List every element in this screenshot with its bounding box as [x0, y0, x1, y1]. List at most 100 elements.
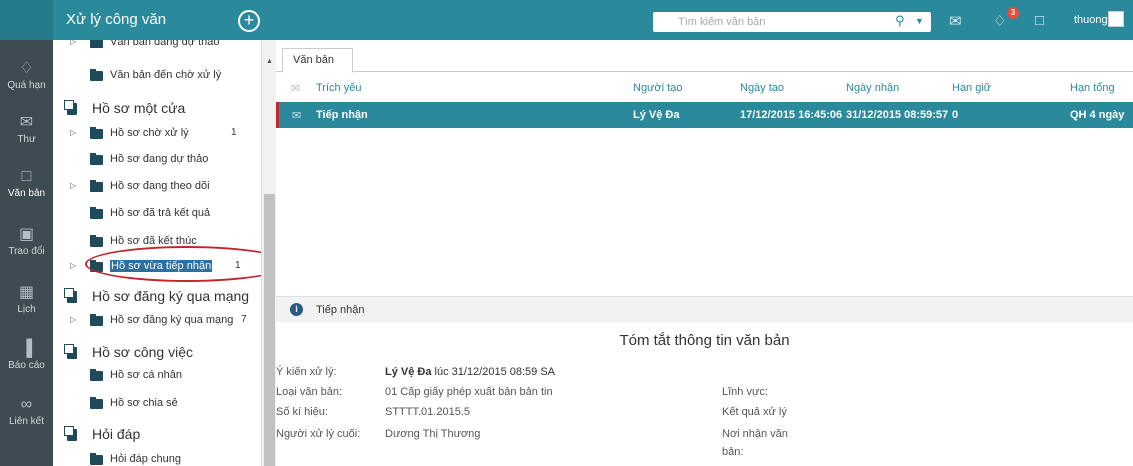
- nav-lich[interactable]: ▦ Lịch: [0, 282, 53, 315]
- folder-tree: ▷ Văn bản đang dự thảo Văn bản đến chờ x…: [53, 40, 261, 466]
- add-button[interactable]: +: [238, 10, 260, 32]
- mail-icon[interactable]: ✉: [949, 12, 962, 30]
- tree-item-label: Hồ sơ chia sẻ: [110, 397, 178, 409]
- folder-icon: [90, 369, 103, 381]
- tab-bar: Văn bản: [276, 48, 1133, 73]
- calendar-icon: ▦: [18, 284, 35, 301]
- column-header[interactable]: Người tạo: [633, 82, 682, 94]
- nav-label: Văn bản: [7, 188, 46, 199]
- nav-label: Thư: [17, 134, 36, 145]
- chat-icon: ▣: [18, 226, 35, 243]
- detail-header: i Tiếp nhận: [276, 296, 1133, 322]
- chevron-right-icon[interactable]: ▷: [70, 181, 76, 190]
- mail-icon: ✉: [292, 110, 302, 122]
- folder-icon: [90, 397, 103, 409]
- app-title: Xử lý công văn: [66, 11, 167, 28]
- chevron-right-icon[interactable]: ▷: [70, 315, 76, 324]
- folder-icon: [90, 180, 103, 192]
- clipboard-icon: [64, 288, 77, 303]
- tab-van-ban[interactable]: Văn bản: [282, 48, 353, 73]
- search-input[interactable]: [653, 12, 873, 32]
- column-header[interactable]: Trích yếu: [316, 82, 361, 94]
- tree-item-count: 7: [241, 314, 247, 325]
- folder-icon: [90, 69, 103, 81]
- search-box[interactable]: ⚲ ▼: [653, 12, 931, 32]
- table-header: ✉ Trích yếu Người tạo Ngày tạo Ngày nhận…: [276, 76, 1133, 100]
- y-kien-name: Lý Vệ Đa: [385, 366, 432, 378]
- table-row[interactable]: ✉ Tiếp nhận Lý Vệ Đa 17/12/2015 16:45:06…: [276, 102, 1133, 128]
- cell-han-tong: QH 4 ngày: [1070, 109, 1125, 121]
- info-icon: i: [290, 303, 303, 316]
- nav-label: Liên kết: [8, 416, 45, 427]
- tree-scrollbar[interactable]: ▲: [261, 40, 276, 466]
- chevron-right-icon[interactable]: ▷: [70, 261, 76, 270]
- folder-icon: [90, 314, 103, 326]
- tree-group-label: Hỏi đáp: [92, 426, 141, 442]
- nav-label: Trao đổi: [8, 246, 45, 257]
- tree-item-label: Hồ sơ cá nhân: [110, 369, 183, 381]
- cell-han-giu: 0: [952, 109, 959, 121]
- tree-item-label: Hồ sơ đã trả kết quả: [110, 207, 211, 219]
- top-bar-corner: [0, 0, 53, 40]
- chart-icon: ▐: [20, 340, 33, 357]
- tree-item-label: Văn bản đang dự thảo: [110, 40, 220, 48]
- link-icon: ∞: [20, 396, 33, 413]
- chevron-down-icon[interactable]: ▼: [915, 16, 924, 26]
- bell-icon[interactable]: ♢: [993, 12, 1006, 30]
- column-header[interactable]: Ngày nhận: [846, 82, 899, 94]
- folder-icon: [90, 127, 103, 139]
- folder-icon: [90, 235, 103, 247]
- folder-icon: [90, 153, 103, 165]
- nav-thu[interactable]: ✉ Thư: [0, 112, 53, 145]
- notification-badge: 3: [1007, 7, 1019, 19]
- value-nguoi-xu-ly: Dương Thị Thương: [385, 428, 481, 440]
- tree-group-label: Hồ sơ công việc: [92, 344, 194, 360]
- detail-title: Tiếp nhận: [316, 304, 365, 316]
- tree-item-label: Hồ sơ chờ xử lý: [110, 127, 189, 139]
- label-ket-qua: Kết quả xử lý: [722, 406, 787, 418]
- left-nav: ♢ Quá hạn ✉ Thư □ Văn bản ▣ Trao đổi ▦ L…: [0, 40, 53, 466]
- cell-nguoi-tao: Lý Vệ Đa: [633, 109, 680, 121]
- label-noi-nhan-2: bản:: [722, 446, 744, 458]
- tree-item-label: Hồ sơ đang theo dõi: [110, 180, 210, 192]
- label-so-ki-hieu: Số kí hiệu:: [276, 406, 328, 418]
- scroll-up-icon[interactable]: ▲: [266, 58, 273, 65]
- chevron-right-icon[interactable]: ▷: [70, 40, 76, 46]
- folder-icon: [90, 40, 103, 48]
- column-header[interactable]: Hạn giữ: [952, 82, 991, 94]
- mail-icon: ✉: [19, 114, 34, 131]
- value-y-kien: Lý Vệ Đa lúc 31/12/2015 08:59 SA: [385, 366, 555, 378]
- label-loai-van-ban: Loại văn bản:: [276, 386, 343, 398]
- label-nguoi-xu-ly: Người xử lý cuối:: [276, 428, 361, 440]
- cell-ngay-nhan: 31/12/2015 08:59:57: [846, 109, 949, 121]
- search-icon[interactable]: ⚲: [895, 13, 905, 29]
- folder-icon: [90, 207, 103, 219]
- tree-group-label: Hồ sơ đăng ký qua mạng: [92, 288, 250, 304]
- label-y-kien: Ý kiến xử lý:: [276, 366, 337, 378]
- chat-icon[interactable]: □: [1035, 12, 1044, 29]
- clipboard-icon: [64, 344, 77, 359]
- scrollbar-thumb[interactable]: [264, 194, 275, 466]
- avatar[interactable]: [1108, 11, 1124, 27]
- clipboard-icon: [64, 100, 77, 115]
- nav-bao-cao[interactable]: ▐ Báo cáo: [0, 340, 53, 371]
- tree-item-label: Hỏi đáp chung: [110, 453, 181, 465]
- top-bar: Xử lý công văn + ⚲ ▼ ✉ ♢ 3 □ thuongdt: [0, 0, 1133, 40]
- mail-icon: ✉: [291, 83, 301, 95]
- clipboard-icon: [64, 426, 77, 441]
- summary-title: Tóm tắt thông tin văn bản: [619, 332, 790, 349]
- folder-icon: [90, 453, 103, 465]
- chevron-right-icon[interactable]: ▷: [70, 128, 76, 137]
- y-kien-time: lúc 31/12/2015 08:59 SA: [434, 366, 556, 378]
- tree-item-label: Hồ sơ đăng ký qua mạng: [110, 314, 234, 326]
- nav-van-ban[interactable]: □ Văn bản: [0, 168, 53, 199]
- label-linh-vuc: Lĩnh vực:: [722, 386, 768, 398]
- folder-icon: □: [21, 168, 32, 185]
- nav-trao-doi[interactable]: ▣ Trao đổi: [0, 224, 53, 257]
- nav-label: Quá hạn: [7, 80, 46, 91]
- column-header[interactable]: Ngày tạo: [740, 82, 784, 94]
- nav-lien-ket[interactable]: ∞ Liên kết: [0, 396, 53, 427]
- highlight-ellipse: [85, 246, 261, 282]
- column-header[interactable]: Hạn tổng: [1070, 82, 1115, 94]
- nav-qua-han[interactable]: ♢ Quá hạn: [0, 58, 53, 91]
